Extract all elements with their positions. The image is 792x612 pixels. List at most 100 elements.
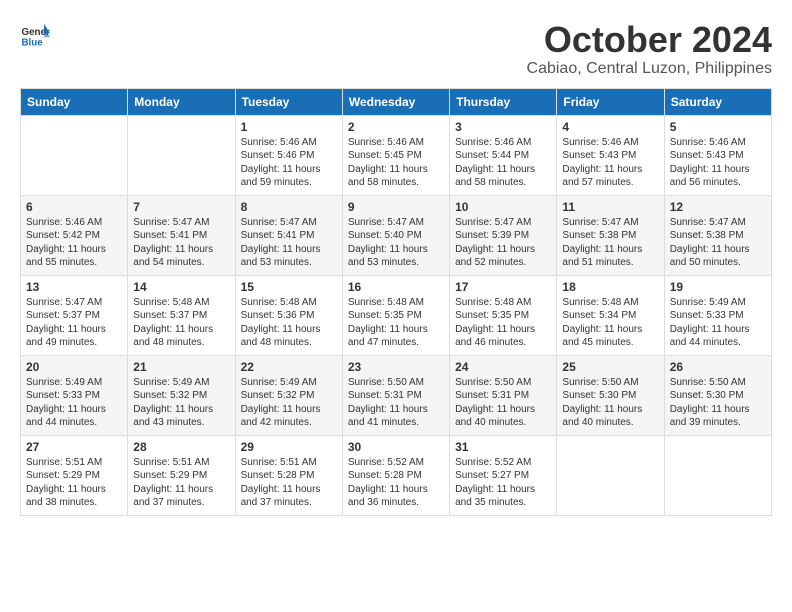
day-detail: Sunrise: 5:48 AMSunset: 5:35 PMDaylight:… xyxy=(348,296,444,350)
day-number: 6 xyxy=(26,200,122,214)
day-number: 3 xyxy=(455,120,551,134)
day-detail: Sunrise: 5:51 AMSunset: 5:29 PMDaylight:… xyxy=(133,456,229,510)
day-detail: Sunrise: 5:46 AMSunset: 5:43 PMDaylight:… xyxy=(670,136,766,190)
calendar-day-cell: 12Sunrise: 5:47 AMSunset: 5:38 PMDayligh… xyxy=(664,195,771,275)
calendar-day-cell: 9Sunrise: 5:47 AMSunset: 5:40 PMDaylight… xyxy=(342,195,449,275)
weekday-header: Wednesday xyxy=(342,88,449,115)
day-detail: Sunrise: 5:46 AMSunset: 5:46 PMDaylight:… xyxy=(241,136,337,190)
day-detail: Sunrise: 5:46 AMSunset: 5:44 PMDaylight:… xyxy=(455,136,551,190)
day-number: 27 xyxy=(26,440,122,454)
weekday-header: Thursday xyxy=(450,88,557,115)
calendar-day-cell: 2 Sunrise: 5:46 AMSunset: 5:45 PMDaylight… xyxy=(342,115,449,195)
calendar-day-cell: 20 Sunrise: 5:49 AMSunset: 5:33 PMDayligh… xyxy=(21,355,128,435)
calendar-day-cell: 11Sunrise: 5:47 AMSunset: 5:38 PMDayligh… xyxy=(557,195,664,275)
day-number: 30 xyxy=(348,440,444,454)
calendar-day-cell: 31 Sunrise: 5:52 AMSunset: 5:27 PMDayligh… xyxy=(450,435,557,515)
day-detail: Sunrise: 5:51 AMSunset: 5:28 PMDaylight:… xyxy=(241,456,337,510)
calendar-day-cell: 5 Sunrise: 5:46 AMSunset: 5:43 PMDaylight… xyxy=(664,115,771,195)
calendar-day-cell xyxy=(21,115,128,195)
day-detail: Sunrise: 5:46 AMSunset: 5:42 PMDaylight:… xyxy=(26,216,122,270)
calendar-day-cell: 19 Sunrise: 5:49 AMSunset: 5:33 PMDayligh… xyxy=(664,275,771,355)
day-number: 12 xyxy=(670,200,766,214)
day-number: 25 xyxy=(562,360,658,374)
logo: General Blue xyxy=(20,20,50,50)
day-detail: Sunrise: 5:51 AMSunset: 5:29 PMDaylight:… xyxy=(26,456,122,510)
day-number: 19 xyxy=(670,280,766,294)
calendar-week-row: 27 Sunrise: 5:51 AMSunset: 5:29 PMDayligh… xyxy=(21,435,772,515)
day-detail: Sunrise: 5:48 AMSunset: 5:34 PMDaylight:… xyxy=(562,296,658,350)
calendar-day-cell: 21 Sunrise: 5:49 AMSunset: 5:32 PMDayligh… xyxy=(128,355,235,435)
day-detail: Sunrise: 5:52 AMSunset: 5:27 PMDaylight:… xyxy=(455,456,551,510)
day-number: 31 xyxy=(455,440,551,454)
day-detail: Sunrise: 5:49 AMSunset: 5:32 PMDaylight:… xyxy=(133,376,229,430)
day-number: 4 xyxy=(562,120,658,134)
calendar-day-cell: 7Sunrise: 5:47 AMSunset: 5:41 PMDaylight… xyxy=(128,195,235,275)
calendar-day-cell: 30 Sunrise: 5:52 AMSunset: 5:28 PMDayligh… xyxy=(342,435,449,515)
day-detail: Sunrise: 5:50 AMSunset: 5:30 PMDaylight:… xyxy=(670,376,766,430)
day-number: 8 xyxy=(241,200,337,214)
calendar-day-cell: 18 Sunrise: 5:48 AMSunset: 5:34 PMDayligh… xyxy=(557,275,664,355)
calendar-week-row: 1 Sunrise: 5:46 AMSunset: 5:46 PMDaylight… xyxy=(21,115,772,195)
day-number: 2 xyxy=(348,120,444,134)
day-number: 13 xyxy=(26,280,122,294)
day-detail: Sunrise: 5:49 AMSunset: 5:33 PMDaylight:… xyxy=(26,376,122,430)
calendar-day-cell: 10Sunrise: 5:47 AMSunset: 5:39 PMDayligh… xyxy=(450,195,557,275)
day-number: 18 xyxy=(562,280,658,294)
day-number: 7 xyxy=(133,200,229,214)
logo-icon: General Blue xyxy=(20,20,50,50)
day-number: 22 xyxy=(241,360,337,374)
calendar-day-cell: 16 Sunrise: 5:48 AMSunset: 5:35 PMDayligh… xyxy=(342,275,449,355)
location: Cabiao, Central Luzon, Philippines xyxy=(527,60,772,78)
day-detail: Sunrise: 5:50 AMSunset: 5:31 PMDaylight:… xyxy=(348,376,444,430)
calendar-day-cell: 26Sunrise: 5:50 AMSunset: 5:30 PMDayligh… xyxy=(664,355,771,435)
day-detail: Sunrise: 5:49 AMSunset: 5:32 PMDaylight:… xyxy=(241,376,337,430)
calendar-day-cell: 6 Sunrise: 5:46 AMSunset: 5:42 PMDaylight… xyxy=(21,195,128,275)
day-number: 17 xyxy=(455,280,551,294)
day-detail: Sunrise: 5:48 AMSunset: 5:35 PMDaylight:… xyxy=(455,296,551,350)
day-number: 15 xyxy=(241,280,337,294)
day-number: 1 xyxy=(241,120,337,134)
day-number: 11 xyxy=(562,200,658,214)
calendar-day-cell xyxy=(664,435,771,515)
day-number: 24 xyxy=(455,360,551,374)
day-detail: Sunrise: 5:46 AMSunset: 5:45 PMDaylight:… xyxy=(348,136,444,190)
day-detail: Sunrise: 5:47 AMSunset: 5:37 PMDaylight:… xyxy=(26,296,122,350)
weekday-header: Monday xyxy=(128,88,235,115)
weekday-header: Tuesday xyxy=(235,88,342,115)
weekday-header-row: SundayMondayTuesdayWednesdayThursdayFrid… xyxy=(21,88,772,115)
calendar-day-cell: 17 Sunrise: 5:48 AMSunset: 5:35 PMDayligh… xyxy=(450,275,557,355)
day-detail: Sunrise: 5:49 AMSunset: 5:33 PMDaylight:… xyxy=(670,296,766,350)
calendar-day-cell: 8 Sunrise: 5:47 AMSunset: 5:41 PMDaylight… xyxy=(235,195,342,275)
page-header: General Blue October 2024 Cabiao, Centra… xyxy=(20,20,772,78)
day-number: 23 xyxy=(348,360,444,374)
calendar-day-cell: 14 Sunrise: 5:48 AMSunset: 5:37 PMDayligh… xyxy=(128,275,235,355)
calendar-day-cell: 22 Sunrise: 5:49 AMSunset: 5:32 PMDayligh… xyxy=(235,355,342,435)
day-number: 29 xyxy=(241,440,337,454)
calendar-day-cell: 29 Sunrise: 5:51 AMSunset: 5:28 PMDayligh… xyxy=(235,435,342,515)
calendar-day-cell: 27 Sunrise: 5:51 AMSunset: 5:29 PMDayligh… xyxy=(21,435,128,515)
calendar-day-cell: 13 Sunrise: 5:47 AMSunset: 5:37 PMDayligh… xyxy=(21,275,128,355)
calendar-day-cell: 24Sunrise: 5:50 AMSunset: 5:31 PMDayligh… xyxy=(450,355,557,435)
day-detail: Sunrise: 5:48 AMSunset: 5:37 PMDaylight:… xyxy=(133,296,229,350)
calendar-day-cell: 1 Sunrise: 5:46 AMSunset: 5:46 PMDaylight… xyxy=(235,115,342,195)
day-detail: Sunrise: 5:48 AMSunset: 5:36 PMDaylight:… xyxy=(241,296,337,350)
day-detail: Sunrise: 5:50 AMSunset: 5:30 PMDaylight:… xyxy=(562,376,658,430)
day-number: 9 xyxy=(348,200,444,214)
calendar-week-row: 20 Sunrise: 5:49 AMSunset: 5:33 PMDayligh… xyxy=(21,355,772,435)
day-detail: Sunrise: 5:47 AMSunset: 5:41 PMDaylight:… xyxy=(241,216,337,270)
day-number: 5 xyxy=(670,120,766,134)
weekday-header: Saturday xyxy=(664,88,771,115)
calendar-day-cell: 3 Sunrise: 5:46 AMSunset: 5:44 PMDaylight… xyxy=(450,115,557,195)
calendar-day-cell: 25 Sunrise: 5:50 AMSunset: 5:30 PMDayligh… xyxy=(557,355,664,435)
weekday-header: Sunday xyxy=(21,88,128,115)
day-number: 14 xyxy=(133,280,229,294)
calendar-day-cell: 15 Sunrise: 5:48 AMSunset: 5:36 PMDayligh… xyxy=(235,275,342,355)
day-detail: Sunrise: 5:52 AMSunset: 5:28 PMDaylight:… xyxy=(348,456,444,510)
day-detail: Sunrise: 5:46 AMSunset: 5:43 PMDaylight:… xyxy=(562,136,658,190)
day-number: 16 xyxy=(348,280,444,294)
day-number: 20 xyxy=(26,360,122,374)
calendar-week-row: 13 Sunrise: 5:47 AMSunset: 5:37 PMDayligh… xyxy=(21,275,772,355)
day-number: 10 xyxy=(455,200,551,214)
day-number: 21 xyxy=(133,360,229,374)
calendar-day-cell xyxy=(128,115,235,195)
